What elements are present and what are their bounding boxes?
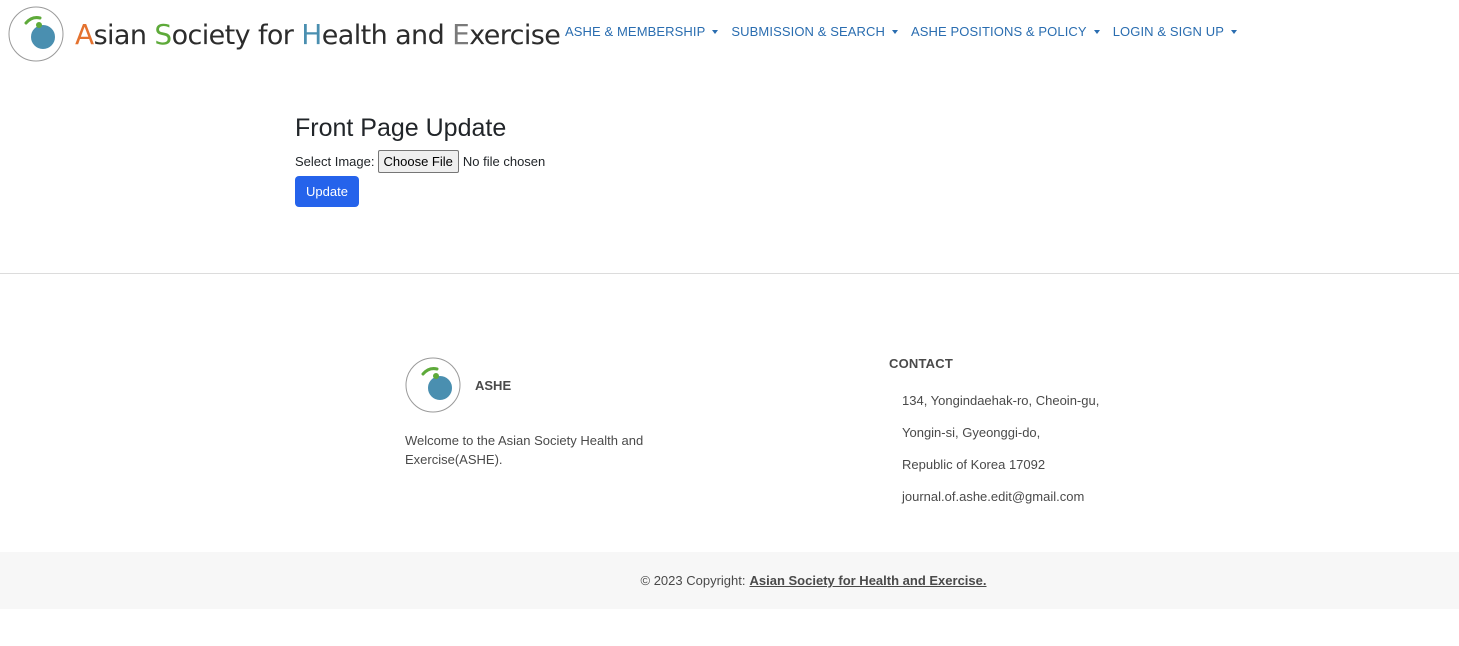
caret-down-icon (892, 30, 899, 34)
caret-down-icon (712, 30, 719, 34)
contact-address-line-3: Republic of Korea 17092 (902, 457, 1046, 472)
brand-initial-a: A (75, 17, 94, 51)
contact-heading: CONTACT (889, 356, 953, 371)
nav-ashe-membership[interactable]: ASHE & MEMBERSHIP (565, 24, 719, 39)
nav-label: SUBMISSION & SEARCH (731, 24, 886, 39)
contact-list: 134, Yongindaehak-ro, Cheoin-gu, Yongin-… (902, 393, 1099, 521)
copyright-text: © 2023 Copyright: (640, 573, 746, 588)
brand-word-h: ealth and (321, 19, 453, 51)
nav-label: ASHE POSITIONS & POLICY (911, 24, 1087, 39)
page-title: Front Page Update (295, 114, 507, 142)
main-content: Front Page Update Select Image: Choose F… (295, 112, 545, 207)
brand-initial-h: H (301, 17, 322, 51)
brand-title: Asian Society for Health and Exercise (75, 17, 561, 51)
nav-login-signup[interactable]: LOGIN & SIGN UP (1112, 24, 1238, 39)
contact-address-line-2: Yongin-si, Gyeonggi-do, (902, 425, 1041, 440)
caret-down-icon (1231, 30, 1238, 34)
brand-initial-s: S (154, 17, 172, 51)
copyright-bar: © 2023 Copyright: Asian Society for Heal… (0, 552, 1459, 609)
choose-file-button[interactable]: Choose File (377, 150, 459, 173)
brand-link[interactable]: Asian Society for Health and Exercise (8, 6, 561, 62)
brand-word-s: ociety for (171, 19, 302, 51)
contact-address-line-1: 134, Yongindaehak-ro, Cheoin-gu, (902, 393, 1100, 408)
brand-initial-e: E (452, 17, 470, 51)
footer-welcome-text: Welcome to the Asian Society Health and … (405, 433, 644, 467)
footer-divider (0, 273, 1459, 274)
footer-org-name: ASHE (475, 377, 512, 393)
contact-email[interactable]: journal.of.ashe.edit@gmail.com (902, 489, 1099, 521)
ashe-logo-icon (8, 6, 64, 62)
file-status-text: No file chosen (462, 154, 546, 169)
copyright-link[interactable]: Asian Society for Health and Exercise. (750, 573, 987, 588)
file-upload-row: Select Image: Choose File No file chosen (295, 150, 545, 173)
select-image-label: Select Image: (295, 154, 375, 169)
footer-brand: ASHE (405, 357, 511, 413)
top-navbar: Asian Society for Health and Exercise AS… (0, 0, 1459, 68)
caret-down-icon (1093, 30, 1100, 34)
nav-label: ASHE & MEMBERSHIP (565, 24, 706, 39)
ashe-logo-icon (405, 357, 461, 413)
update-button[interactable]: Update (295, 176, 359, 207)
brand-word-e: xercise (469, 19, 561, 51)
nav-positions-policy[interactable]: ASHE POSITIONS & POLICY (911, 24, 1100, 39)
nav-label: LOGIN & SIGN UP (1112, 24, 1225, 39)
nav-submission-search[interactable]: SUBMISSION & SEARCH (731, 24, 899, 39)
main-nav: ASHE & MEMBERSHIP SUBMISSION & SEARCH AS… (565, 24, 1250, 39)
brand-word-a: sian (93, 19, 155, 51)
